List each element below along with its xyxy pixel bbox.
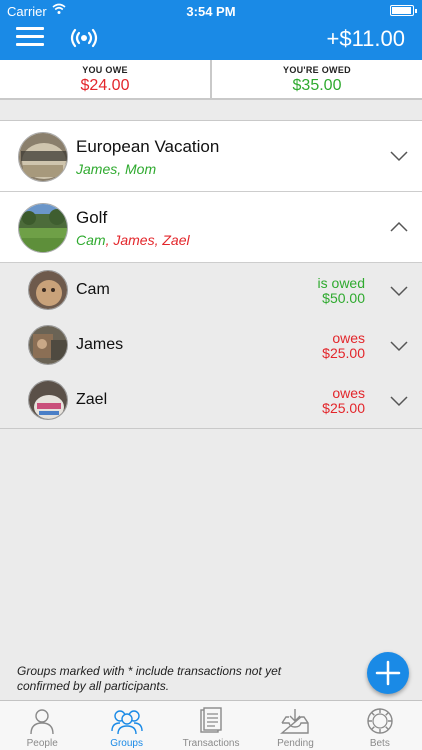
- tab-label: Transactions: [182, 738, 240, 749]
- chevron-up-icon[interactable]: [390, 218, 408, 236]
- group-row-european-vacation[interactable]: European Vacation James, Mom: [0, 121, 422, 192]
- group-name: Golf: [76, 208, 108, 227]
- participant-balance: owes $25.00: [322, 386, 365, 416]
- balance-summary: YOU OWE $24.00 YOU'RE OWED $35.00: [0, 60, 422, 100]
- balance-amount: $25.00: [322, 345, 365, 361]
- participant-avatar: [28, 270, 68, 310]
- balance-status: is owed: [317, 275, 365, 291]
- tab-label: Pending: [277, 738, 314, 749]
- group-participants: Cam is owed $50.00 James owes $25.00 Zae…: [0, 263, 422, 429]
- group-row-golf[interactable]: Golf Cam, James, Zael: [0, 192, 422, 263]
- net-balance: +$11.00: [326, 26, 405, 51]
- you-owe-amount: $24.00: [80, 77, 130, 94]
- balance-amount: $25.00: [322, 400, 365, 416]
- tab-pending[interactable]: Pending: [253, 701, 337, 750]
- hamburger-menu-icon[interactable]: [16, 27, 44, 47]
- balance-amount: $50.00: [322, 290, 365, 306]
- member-james: James: [113, 232, 155, 248]
- group-name: European Vacation: [76, 137, 220, 156]
- chevron-down-icon[interactable]: [390, 392, 408, 410]
- participant-name: Zael: [76, 391, 108, 408]
- you-owe-label: YOU OWE: [82, 65, 128, 75]
- broadcast-icon[interactable]: [70, 27, 98, 49]
- member-cam: Cam: [76, 232, 106, 248]
- tab-bets[interactable]: Bets: [338, 701, 422, 750]
- youre-owed-cell[interactable]: YOU'RE OWED $35.00: [212, 60, 422, 98]
- document-icon: [200, 707, 222, 733]
- balance-status: owes: [332, 330, 365, 346]
- balance-status: owes: [332, 385, 365, 401]
- add-group-button[interactable]: [367, 652, 409, 694]
- inbox-icon: [280, 709, 310, 734]
- participant-row-zael[interactable]: Zael owes $25.00: [0, 373, 422, 428]
- you-owe-cell[interactable]: YOU OWE $24.00: [0, 60, 212, 98]
- tab-bar: People Groups Transactions Pending Bets: [0, 700, 422, 750]
- chevron-down-icon[interactable]: [390, 337, 408, 355]
- participant-avatar: [28, 325, 68, 365]
- tab-people[interactable]: People: [0, 701, 84, 750]
- tab-transactions[interactable]: Transactions: [169, 701, 253, 750]
- person-icon: [30, 709, 54, 735]
- status-bar: Carrier 3:54 PM: [0, 0, 422, 22]
- clock: 3:54 PM: [186, 4, 236, 19]
- participant-name: Cam: [76, 281, 110, 298]
- plus-icon: [375, 660, 401, 686]
- chip-icon: [367, 708, 393, 734]
- groups-list: European Vacation James, Mom Golf Cam, J…: [0, 120, 422, 429]
- battery-icon: [390, 5, 417, 16]
- group-icon: [110, 710, 143, 735]
- tab-label: Bets: [369, 738, 390, 749]
- youre-owed-label: YOU'RE OWED: [283, 65, 351, 75]
- chevron-down-icon[interactable]: [390, 282, 408, 300]
- chevron-down-icon[interactable]: [390, 147, 408, 165]
- group-members: James, Mom: [76, 161, 157, 177]
- tab-label: People: [26, 738, 58, 749]
- participant-balance: is owed $50.00: [318, 276, 365, 306]
- tab-label: Groups: [110, 738, 143, 749]
- participant-row-james[interactable]: James owes $25.00: [0, 318, 422, 373]
- youre-owed-amount: $35.00: [292, 77, 342, 94]
- participant-avatar: [28, 380, 68, 420]
- group-members: Cam, James, Zael: [76, 232, 190, 248]
- participant-name: James: [76, 336, 124, 353]
- group-avatar: [18, 132, 68, 182]
- unconfirmed-note: Groups marked with * include transaction…: [17, 664, 282, 693]
- navigation-bar: Carrier 3:54 PM +$11.00: [0, 0, 422, 60]
- participant-balance: owes $25.00: [322, 331, 365, 361]
- group-avatar: [18, 203, 68, 253]
- participant-row-cam[interactable]: Cam is owed $50.00: [0, 263, 422, 318]
- member-zael: Zael: [162, 232, 190, 248]
- tab-groups[interactable]: Groups: [84, 701, 168, 750]
